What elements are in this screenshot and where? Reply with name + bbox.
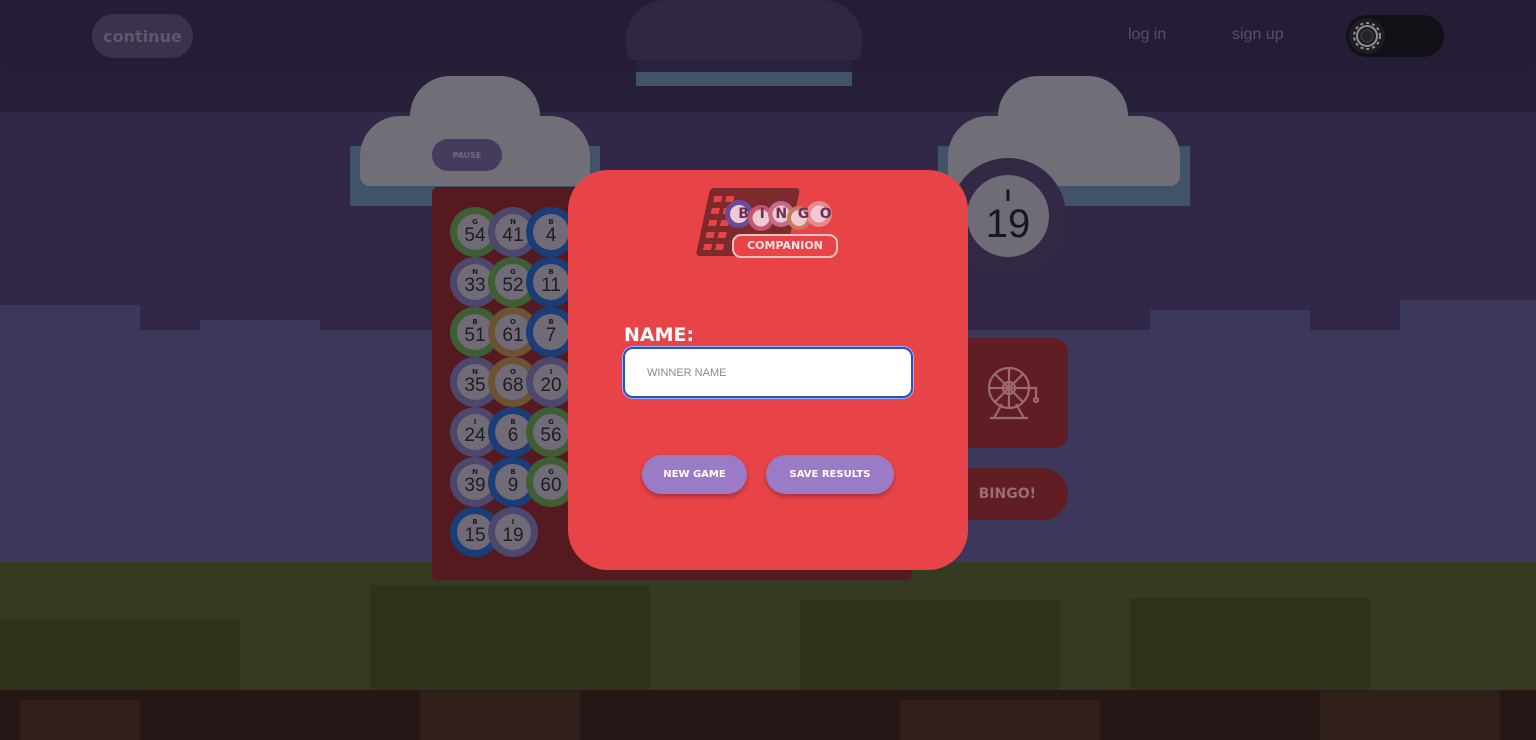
logo-subtitle: COMPANION	[747, 239, 823, 252]
winner-name-input[interactable]	[623, 347, 913, 398]
logo-letter: I	[759, 206, 765, 222]
bingo-companion-logo: B I N G O COMPANION	[695, 184, 841, 260]
logo-letter: B	[738, 206, 749, 222]
save-results-button[interactable]: SAVE RESULTS	[766, 455, 894, 494]
new-game-button[interactable]: NEW GAME	[642, 455, 747, 494]
logo-letter: N	[775, 206, 788, 222]
logo-letter: G	[797, 206, 810, 222]
logo-letters: B I N G O	[733, 206, 837, 222]
logo-letter: O	[819, 206, 832, 222]
name-label: NAME:	[624, 324, 695, 346]
winner-modal: B I N G O COMPANION NAME: NEW GAME SAVE …	[568, 170, 968, 570]
